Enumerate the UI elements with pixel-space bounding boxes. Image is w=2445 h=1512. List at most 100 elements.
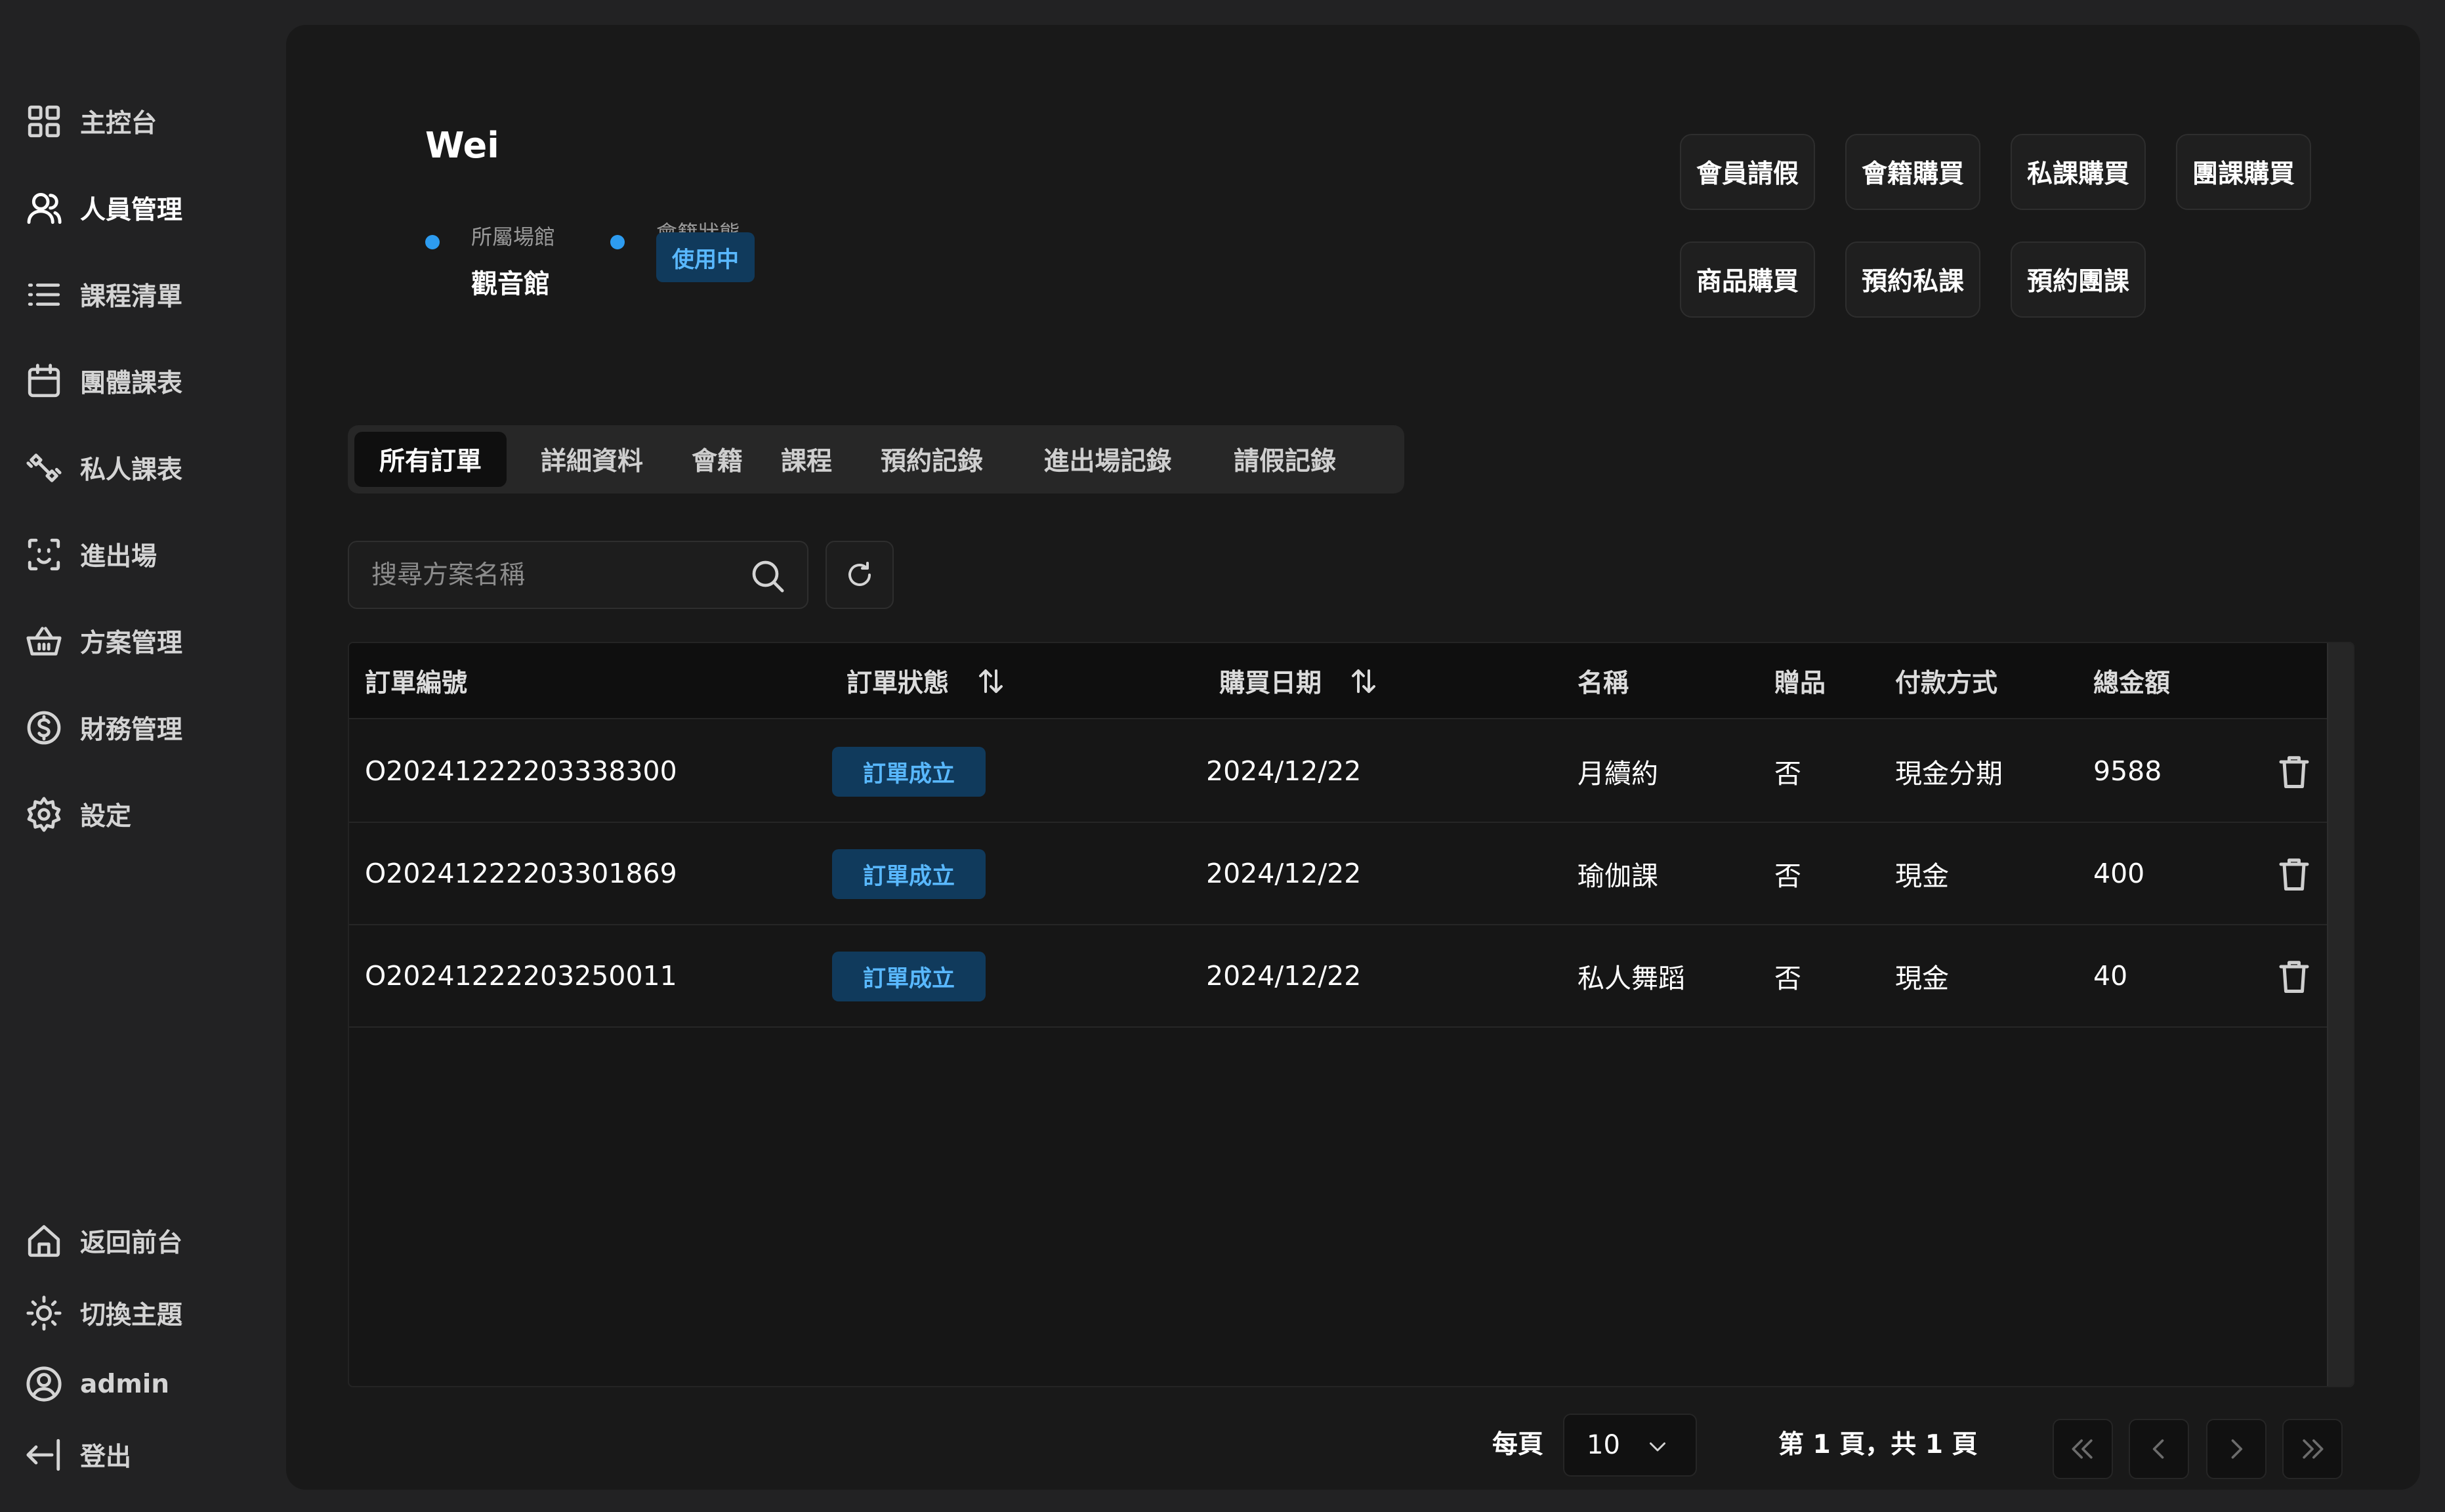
order-status-badge: 訂單成立 (832, 747, 986, 797)
venue-label: 所屬場館 (471, 224, 556, 249)
column-gift: 贈品 (1774, 643, 1826, 719)
book-group-class-button[interactable]: 預約團課 (2011, 242, 2146, 318)
sidebar-item-settings[interactable]: 設定 (25, 791, 131, 837)
sidebar-item-label: 人員管理 (80, 196, 183, 225)
per-page-select[interactable]: 10 (1563, 1414, 1697, 1477)
list-icon (28, 284, 60, 306)
sidebar-item-account[interactable]: admin (25, 1361, 169, 1407)
scan-face-icon (28, 538, 60, 571)
tab-all-orders[interactable]: 所有訂單 (354, 432, 507, 487)
gift-flag: 否 (1774, 963, 1801, 994)
chevron-left-icon (2152, 1439, 2164, 1459)
order-id: O20241222203301869 (365, 858, 677, 889)
tab-details[interactable]: 詳細資料 (514, 432, 669, 487)
column-order-status[interactable]: 訂單狀態 (846, 643, 1007, 719)
sidebar-item-theme-toggle[interactable]: 切換主題 (25, 1290, 182, 1336)
sidebar-item-course-list[interactable]: 課程清單 (25, 272, 182, 318)
group-class-purchase-button[interactable]: 團課購買 (2176, 134, 2311, 210)
search-box (348, 541, 808, 609)
column-label: 購買日期 (1219, 669, 1322, 698)
tab-booking-records[interactable]: 預約記錄 (854, 432, 1009, 487)
per-page-label: 每頁 (1492, 1430, 1544, 1460)
column-label: 贈品 (1774, 669, 1826, 698)
sidebar-item-group-schedule[interactable]: 團體課表 (25, 358, 182, 404)
first-page-button[interactable] (2053, 1419, 2113, 1479)
product-purchase-button[interactable]: 商品購買 (1680, 242, 1815, 318)
venue-value: 觀音館 (471, 269, 550, 299)
sort-icon[interactable] (1348, 665, 1379, 697)
sun-icon (26, 1295, 62, 1331)
gear-icon (27, 797, 61, 832)
calendar-icon (28, 364, 60, 398)
column-order-id: 訂單編號 (365, 643, 467, 719)
prev-page-button[interactable] (2129, 1419, 2189, 1479)
plan-name: 瑜伽課 (1578, 860, 1658, 892)
main-panel: Wei 所屬場館 觀音館 會籍狀態 使用中 會員請假 會籍購買 私課購買 團課購… (286, 25, 2420, 1490)
column-label: 訂單狀態 (846, 669, 950, 698)
gift-flag: 否 (1774, 860, 1801, 892)
tab-courses[interactable]: 課程 (765, 432, 848, 487)
page-info: 第 1 頁，共 1 頁 (1778, 1430, 1978, 1460)
tab-checkin-records[interactable]: 進出場記錄 (1016, 432, 1200, 487)
chevrons-left-icon (2072, 1439, 2093, 1459)
sidebar-item-label: 財務管理 (80, 715, 183, 745)
table-scrollbar[interactable] (2327, 643, 2353, 1386)
trash-icon[interactable] (2274, 854, 2314, 894)
book-private-class-button[interactable]: 預約私課 (1845, 242, 1980, 318)
per-page-value: 10 (1587, 1430, 1620, 1460)
table-row[interactable]: O20241222203250011 訂單成立 2024/12/22 私人舞蹈 … (349, 925, 2330, 1028)
search-input[interactable] (371, 542, 739, 608)
purchase-date: 2024/12/22 (1206, 858, 1362, 889)
column-label: 付款方式 (1895, 669, 1998, 698)
payment-method: 現金分期 (1895, 758, 2003, 789)
sidebar-item-label: 返回前台 (80, 1228, 183, 1258)
sidebar-item-back-to-front[interactable]: 返回前台 (25, 1218, 182, 1264)
home-icon (28, 1225, 60, 1257)
last-page-button[interactable] (2282, 1419, 2343, 1479)
gift-flag: 否 (1774, 758, 1801, 789)
tab-bar: 所有訂單 詳細資料 會籍 課程 預約記錄 進出場記錄 請假記錄 (348, 425, 1404, 494)
sidebar-item-label: 課程清單 (80, 282, 183, 312)
table-row[interactable]: O20241222203338300 訂單成立 2024/12/22 月續約 否… (349, 721, 2330, 823)
tab-membership[interactable]: 會籍 (676, 432, 759, 487)
search-icon[interactable] (749, 558, 786, 595)
table-header: 訂單編號 訂單狀態 購買日期 名稱 贈品 付款方式 總金額 (349, 643, 2330, 719)
payment-method: 現金 (1895, 860, 1949, 892)
orders-table: 訂單編號 訂單狀態 購買日期 名稱 贈品 付款方式 總金額 O202412222… (348, 642, 2354, 1387)
trash-icon[interactable] (2274, 752, 2314, 791)
sidebar-item-dashboard[interactable]: 主控台 (25, 98, 157, 144)
private-class-purchase-button[interactable]: 私課購買 (2011, 134, 2146, 210)
total-amount: 9588 (2093, 755, 2162, 787)
sidebar-item-label: 設定 (80, 802, 132, 831)
sidebar-item-finance[interactable]: 財務管理 (25, 705, 182, 751)
plan-name: 月續約 (1578, 758, 1658, 789)
sidebar-item-label: 進出場 (80, 542, 157, 572)
total-amount: 400 (2093, 858, 2145, 889)
chevrons-right-icon (2303, 1439, 2324, 1459)
sidebar-item-label: 切換主題 (80, 1301, 183, 1330)
sidebar: 主控台 人員管理 課程清單 團體課表 私人課表 進出場 方案管理 財務管理 設定… (0, 0, 286, 1512)
basket-icon (26, 627, 62, 656)
dollar-icon (27, 711, 61, 745)
sidebar-item-people[interactable]: 人員管理 (25, 185, 182, 231)
member-leave-button[interactable]: 會員請假 (1680, 134, 1815, 210)
purchase-date: 2024/12/22 (1206, 960, 1362, 992)
dashboard-icon (28, 105, 60, 138)
sidebar-item-checkin[interactable]: 進出場 (25, 532, 157, 578)
account-icon (26, 1366, 62, 1402)
tab-leave-records[interactable]: 請假記錄 (1207, 432, 1362, 487)
column-purchase-date[interactable]: 購買日期 (1219, 643, 1379, 719)
refresh-button[interactable] (825, 541, 894, 609)
sidebar-item-plans[interactable]: 方案管理 (25, 618, 182, 664)
next-page-button[interactable] (2206, 1419, 2267, 1479)
trash-icon[interactable] (2274, 957, 2314, 996)
sort-icon[interactable] (975, 665, 1007, 697)
sidebar-item-logout[interactable]: 登出 (25, 1432, 131, 1478)
membership-purchase-button[interactable]: 會籍購買 (1845, 134, 1980, 210)
logout-icon (26, 1438, 60, 1471)
order-id: O20241222203338300 (365, 755, 677, 787)
payment-method: 現金 (1895, 963, 1949, 994)
sidebar-item-private-schedule[interactable]: 私人課表 (25, 445, 182, 491)
table-row[interactable]: O20241222203301869 訂單成立 2024/12/22 瑜伽課 否… (349, 823, 2330, 925)
column-name: 名稱 (1578, 643, 1629, 719)
